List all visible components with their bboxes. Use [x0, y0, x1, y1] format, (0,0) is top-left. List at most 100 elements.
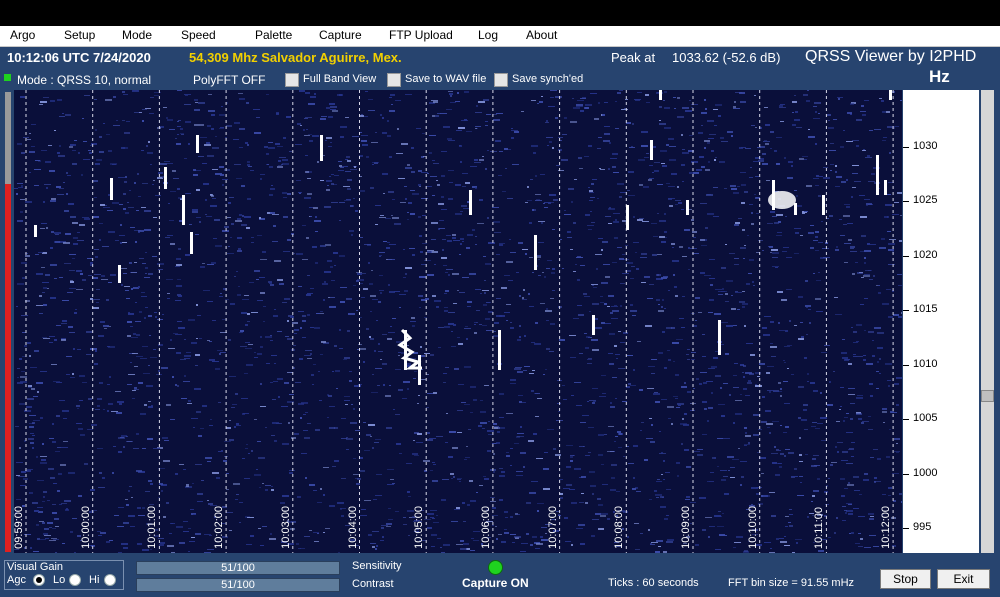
signal-blob [768, 191, 796, 209]
freq-tick-label: 1025 [913, 194, 938, 206]
menu-speed[interactable]: Speed [181, 28, 216, 42]
capture-status: Capture ON [462, 576, 529, 590]
contrast-label: Contrast [352, 578, 394, 590]
signal-trace [164, 167, 167, 189]
lo-radio[interactable] [69, 574, 81, 586]
status-led-icon [4, 74, 11, 81]
time-tick-label: 10:12:00 [880, 506, 893, 549]
freq-tick-mark [903, 310, 909, 311]
menu-capture[interactable]: Capture [319, 28, 362, 42]
time-tick-label: 10:00:00 [79, 506, 92, 549]
time-tick-label: 10:05:00 [413, 506, 426, 549]
save-synch-label: Save synch'ed [512, 73, 584, 85]
signal-trace [659, 90, 662, 100]
scroll-thumb[interactable] [981, 390, 994, 402]
time-tick-label: 10:06:00 [479, 506, 492, 549]
contrast-slider[interactable]: 51/100 [136, 578, 340, 592]
signal-trace [876, 155, 879, 195]
menu-argo[interactable]: Argo [10, 28, 35, 42]
freq-tick-label: 1015 [913, 303, 938, 315]
freq-tick-mark [903, 147, 909, 148]
signal-trace [592, 315, 595, 335]
freq-tick-mark [903, 474, 909, 475]
save-wav-label: Save to WAV file [405, 73, 487, 85]
save-wav-checkbox[interactable] [387, 73, 401, 87]
station-label: 54,309 Mhz Salvador Aguirre, Mex. [189, 50, 402, 65]
time-tick-label: 10:02:00 [213, 506, 226, 549]
waterfall-svg [14, 90, 902, 553]
signal-trace [110, 178, 113, 200]
sensitivity-label: Sensitivity [352, 560, 402, 572]
freq-tick-mark [903, 528, 909, 529]
freq-tick-label: 1030 [913, 140, 938, 152]
signal-trace [822, 195, 825, 215]
app-title: QRSS Viewer by I2PHD [805, 48, 977, 65]
signal-trace [650, 140, 653, 160]
signal-trace [889, 90, 892, 100]
peak-value: 1033.62 (-52.6 dB) [672, 50, 781, 65]
signal-trace [686, 200, 689, 215]
signal-trace [34, 225, 37, 237]
stop-button[interactable]: Stop [880, 569, 931, 589]
signal-trace [118, 265, 121, 283]
signal-trace [718, 320, 721, 355]
freq-tick-mark [903, 201, 909, 202]
full-band-checkbox[interactable] [285, 73, 299, 87]
hi-radio[interactable] [104, 574, 116, 586]
menu-mode[interactable]: Mode [122, 28, 152, 42]
signal-trace [418, 355, 421, 385]
signal-squiggle [397, 328, 422, 370]
contrast-value: 51/100 [221, 579, 255, 591]
freq-tick-label: 995 [913, 521, 932, 533]
freq-tick-label: 1000 [913, 467, 938, 479]
time-tick-label: 10:07:00 [546, 506, 559, 549]
time-tick-label: 10:10:00 [746, 506, 759, 549]
time-tick-label: 10:03:00 [279, 506, 292, 549]
fft-bin-label: FFT bin size = 91.55 mHz [728, 577, 855, 589]
menu-palette[interactable]: Palette [255, 28, 292, 42]
level-meter [5, 92, 11, 552]
peak-label: Peak at [611, 50, 656, 65]
save-synch-checkbox[interactable] [494, 73, 508, 87]
signal-trace [196, 135, 199, 153]
sensitivity-value: 51/100 [221, 562, 255, 574]
unit-label: Hz [929, 67, 950, 86]
signal-trace [182, 195, 185, 225]
hi-label: Hi [89, 574, 100, 586]
polyfft-label[interactable]: PolyFFT OFF [193, 73, 265, 87]
signal-trace [794, 203, 797, 215]
menu-about[interactable]: About [526, 28, 557, 42]
full-band-label: Full Band View [303, 73, 377, 85]
time-tick-label: 10:04:00 [346, 506, 359, 549]
sensitivity-slider[interactable]: 51/100 [136, 561, 340, 575]
freq-tick-mark [903, 256, 909, 257]
time-tick-label: 09:59:00 [14, 506, 25, 549]
signal-trace [190, 232, 193, 254]
menu-setup[interactable]: Setup [64, 28, 95, 42]
time-tick-label: 10:01:00 [146, 506, 159, 549]
waterfall-display[interactable]: 09:59:00 10:00:00 10:01:00 10:02:00 10:03:00… [14, 90, 902, 553]
freq-tick-mark [903, 365, 909, 366]
exit-button[interactable]: Exit [937, 569, 990, 589]
menu-log[interactable]: Log [478, 28, 498, 42]
mode-label: Mode : QRSS 10, normal [17, 73, 152, 87]
frequency-scale: 1030 1025 1020 1015 1010 1005 1000 995 [903, 90, 979, 553]
signal-trace [884, 180, 887, 195]
time-tick-label: 10:11:00 [813, 506, 826, 549]
freq-tick-mark [903, 419, 909, 420]
time-tick-label: 10:08:00 [613, 506, 626, 549]
menu-ftp-upload[interactable]: FTP Upload [389, 28, 453, 42]
signal-trace [498, 330, 501, 370]
signal-trace [626, 205, 629, 230]
visual-gain-label: Visual Gain [7, 561, 64, 573]
signal-trace [534, 235, 537, 270]
scroll-track[interactable] [981, 90, 994, 553]
menu-bar: Argo Setup Mode Speed Palette Capture FT… [0, 26, 1000, 47]
ticks-label: Ticks : 60 seconds [608, 577, 699, 589]
lo-label: Lo [53, 574, 66, 586]
freq-tick-label: 1010 [913, 358, 938, 370]
signal-trace [320, 135, 323, 161]
freq-tick-label: 1005 [913, 412, 938, 424]
signal-trace [469, 190, 472, 215]
agc-radio[interactable] [33, 574, 45, 586]
